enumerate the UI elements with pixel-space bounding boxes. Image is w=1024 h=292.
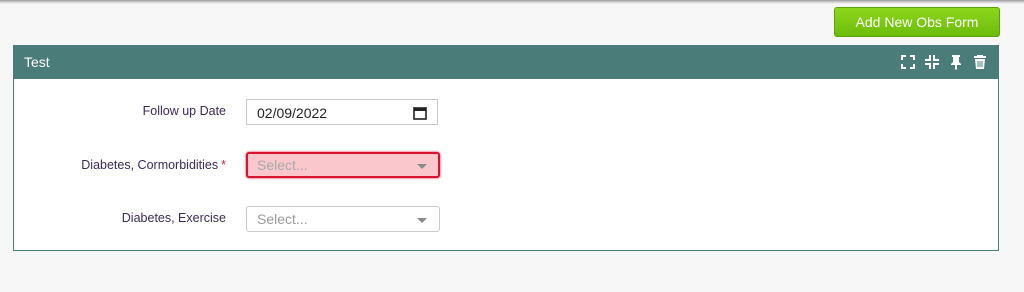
required-marker: *: [221, 158, 226, 172]
add-new-obs-form-button[interactable]: Add New Obs Form: [834, 7, 1000, 37]
expand-icon[interactable]: [900, 54, 916, 70]
top-shadow: [0, 0, 1024, 4]
cormorbidities-select[interactable]: Select...: [246, 152, 440, 178]
compress-icon[interactable]: [924, 54, 940, 70]
panel-header-actions: [900, 54, 988, 70]
panel-title: Test: [24, 54, 50, 70]
cormorbidities-label: Diabetes, Cormorbidities *: [81, 158, 226, 172]
panel-header: Test: [14, 46, 998, 79]
obs-form-panel: Test Follow up Date 02/09/2022 Diabetes,…: [13, 45, 999, 251]
exercise-placeholder: Select...: [257, 211, 308, 227]
chevron-down-icon: [417, 164, 427, 169]
calendar-icon[interactable]: [413, 106, 427, 120]
pin-icon[interactable]: [948, 54, 964, 70]
trash-icon[interactable]: [972, 54, 988, 70]
exercise-label: Diabetes, Exercise: [121, 211, 226, 225]
follow-up-date-value: 02/09/2022: [257, 105, 328, 121]
follow-up-date-label: Follow up Date: [142, 104, 226, 118]
follow-up-date-input[interactable]: 02/09/2022: [246, 99, 438, 125]
cormorbidities-label-text: Diabetes, Cormorbidities: [81, 158, 219, 172]
chevron-down-icon: [417, 218, 427, 223]
cormorbidities-placeholder: Select...: [257, 157, 308, 173]
exercise-select[interactable]: Select...: [246, 206, 440, 232]
